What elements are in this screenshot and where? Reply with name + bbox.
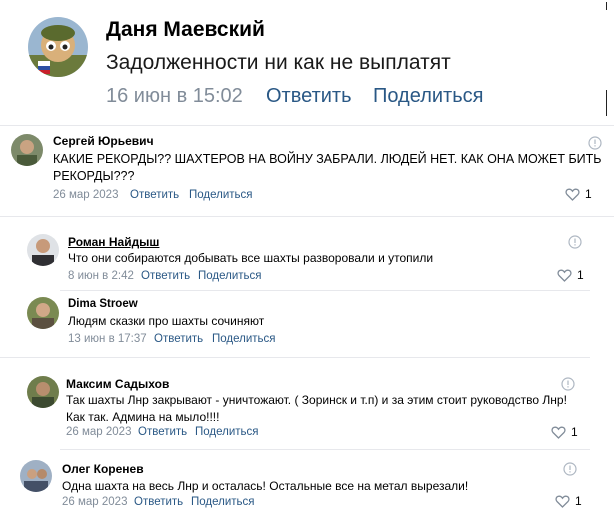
post-date[interactable]: 16 июн в 15:02 bbox=[106, 85, 243, 108]
comment-author[interactable]: Роман Найдыш bbox=[68, 235, 159, 249]
comment-reply-link[interactable]: Ответить bbox=[141, 270, 190, 282]
comment-share-link[interactable]: Поделиться bbox=[195, 426, 259, 438]
comment-reply-link[interactable]: Ответить bbox=[130, 189, 179, 201]
comment-avatar[interactable] bbox=[20, 460, 52, 492]
edge-line-top bbox=[606, 2, 607, 10]
like-button[interactable]: 1 bbox=[565, 187, 592, 201]
heart-icon bbox=[565, 188, 580, 201]
comment-date[interactable]: 26 мар 2023 bbox=[66, 426, 131, 438]
like-count: 1 bbox=[571, 425, 578, 439]
like-count: 1 bbox=[575, 494, 582, 508]
comment-reply-link[interactable]: Ответить bbox=[154, 333, 203, 345]
comment-avatar[interactable] bbox=[11, 134, 43, 166]
comment-text: Людям сказки про шахты сочиняют bbox=[68, 314, 265, 328]
comment-text: Так шахты Лнр закрывают - уничтожают. ( … bbox=[66, 393, 567, 407]
like-button[interactable]: 1 bbox=[555, 494, 582, 508]
post-text: Задолженности ни как не выплатят bbox=[106, 51, 451, 74]
separator bbox=[60, 290, 590, 291]
like-count: 1 bbox=[585, 187, 592, 201]
comment-avatar[interactable] bbox=[27, 234, 59, 266]
comment-share-link[interactable]: Поделиться bbox=[212, 333, 276, 345]
separator bbox=[0, 357, 590, 358]
heart-icon bbox=[557, 269, 572, 282]
like-count: 1 bbox=[577, 268, 584, 282]
comment-author[interactable]: Dima Stroew bbox=[68, 298, 138, 310]
comment-text: КАКИЕ РЕКОРДЫ?? ШАХТЕРОВ НА ВОЙНУ ЗАБРАЛ… bbox=[53, 152, 602, 166]
separator bbox=[60, 449, 590, 450]
info-icon[interactable] bbox=[588, 136, 602, 155]
like-button[interactable]: 1 bbox=[551, 425, 578, 439]
comment-share-link[interactable]: Поделиться bbox=[189, 189, 253, 201]
comment-author[interactable]: Максим Садыхов bbox=[66, 377, 169, 391]
comment-reply-link[interactable]: Ответить bbox=[134, 496, 183, 508]
post-reply-link[interactable]: Ответить bbox=[266, 85, 352, 108]
comment-date[interactable]: 8 июн в 2:42 bbox=[68, 270, 134, 282]
post-author-name[interactable]: Даня Маевский bbox=[106, 18, 265, 42]
comment-avatar[interactable] bbox=[27, 376, 59, 408]
post-share-link[interactable]: Поделиться bbox=[373, 85, 483, 108]
comment-date[interactable]: 26 мар 2023 bbox=[62, 496, 127, 508]
info-icon[interactable] bbox=[563, 462, 577, 481]
edge-line-right bbox=[606, 90, 607, 116]
comment-text: Одна шахта на весь Лнр и осталась! Остал… bbox=[62, 479, 469, 493]
comment-date[interactable]: 13 июн в 17:37 bbox=[68, 333, 147, 345]
info-icon[interactable] bbox=[561, 377, 575, 396]
separator bbox=[0, 125, 614, 126]
comment-text: РЕКОРДЫ??? bbox=[53, 169, 135, 183]
comment-date[interactable]: 26 мар 2023 bbox=[53, 189, 118, 201]
heart-icon bbox=[555, 495, 570, 508]
separator bbox=[0, 216, 614, 217]
heart-icon bbox=[551, 426, 566, 439]
comment-text: Как так. Админа на мыло!!!! bbox=[66, 410, 220, 424]
comment-reply-link[interactable]: Ответить bbox=[138, 426, 187, 438]
post-author-avatar[interactable] bbox=[28, 17, 88, 77]
info-icon[interactable] bbox=[568, 235, 582, 254]
comment-share-link[interactable]: Поделиться bbox=[198, 270, 262, 282]
like-button[interactable]: 1 bbox=[557, 268, 584, 282]
comment-text: Что они собираются добывать все шахты ра… bbox=[68, 251, 434, 265]
comment-author[interactable]: Олег Коренев bbox=[62, 462, 144, 476]
comment-author[interactable]: Сергей Юрьевич bbox=[53, 134, 154, 148]
comment-share-link[interactable]: Поделиться bbox=[191, 496, 255, 508]
comment-avatar[interactable] bbox=[27, 297, 59, 329]
